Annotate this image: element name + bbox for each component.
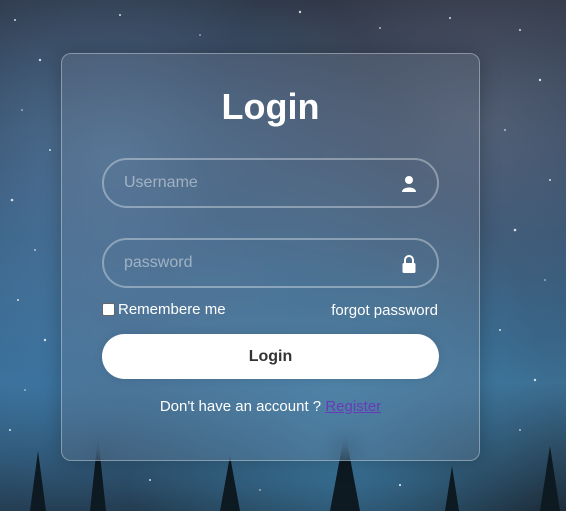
- login-card: Login Remembere me forgot password Login…: [61, 53, 480, 461]
- page-title: Login: [221, 86, 320, 127]
- login-button[interactable]: Login: [102, 334, 439, 379]
- forgot-password-link[interactable]: forgot password: [331, 302, 438, 319]
- register-prompt: Don't have an account ?: [159, 398, 322, 415]
- remember-checkbox[interactable]: [102, 303, 115, 316]
- register-link[interactable]: Register: [325, 398, 381, 415]
- username-field-wrapper: [102, 158, 439, 208]
- user-icon: [402, 176, 416, 192]
- register-line: Don't have an account ? Register: [62, 398, 479, 415]
- password-input[interactable]: [104, 240, 437, 286]
- username-input[interactable]: [104, 160, 437, 206]
- remember-me[interactable]: Remembere me: [102, 301, 226, 318]
- lock-icon: [402, 255, 416, 273]
- password-field-wrapper: [102, 238, 439, 288]
- remember-label: Remembere me: [118, 301, 226, 318]
